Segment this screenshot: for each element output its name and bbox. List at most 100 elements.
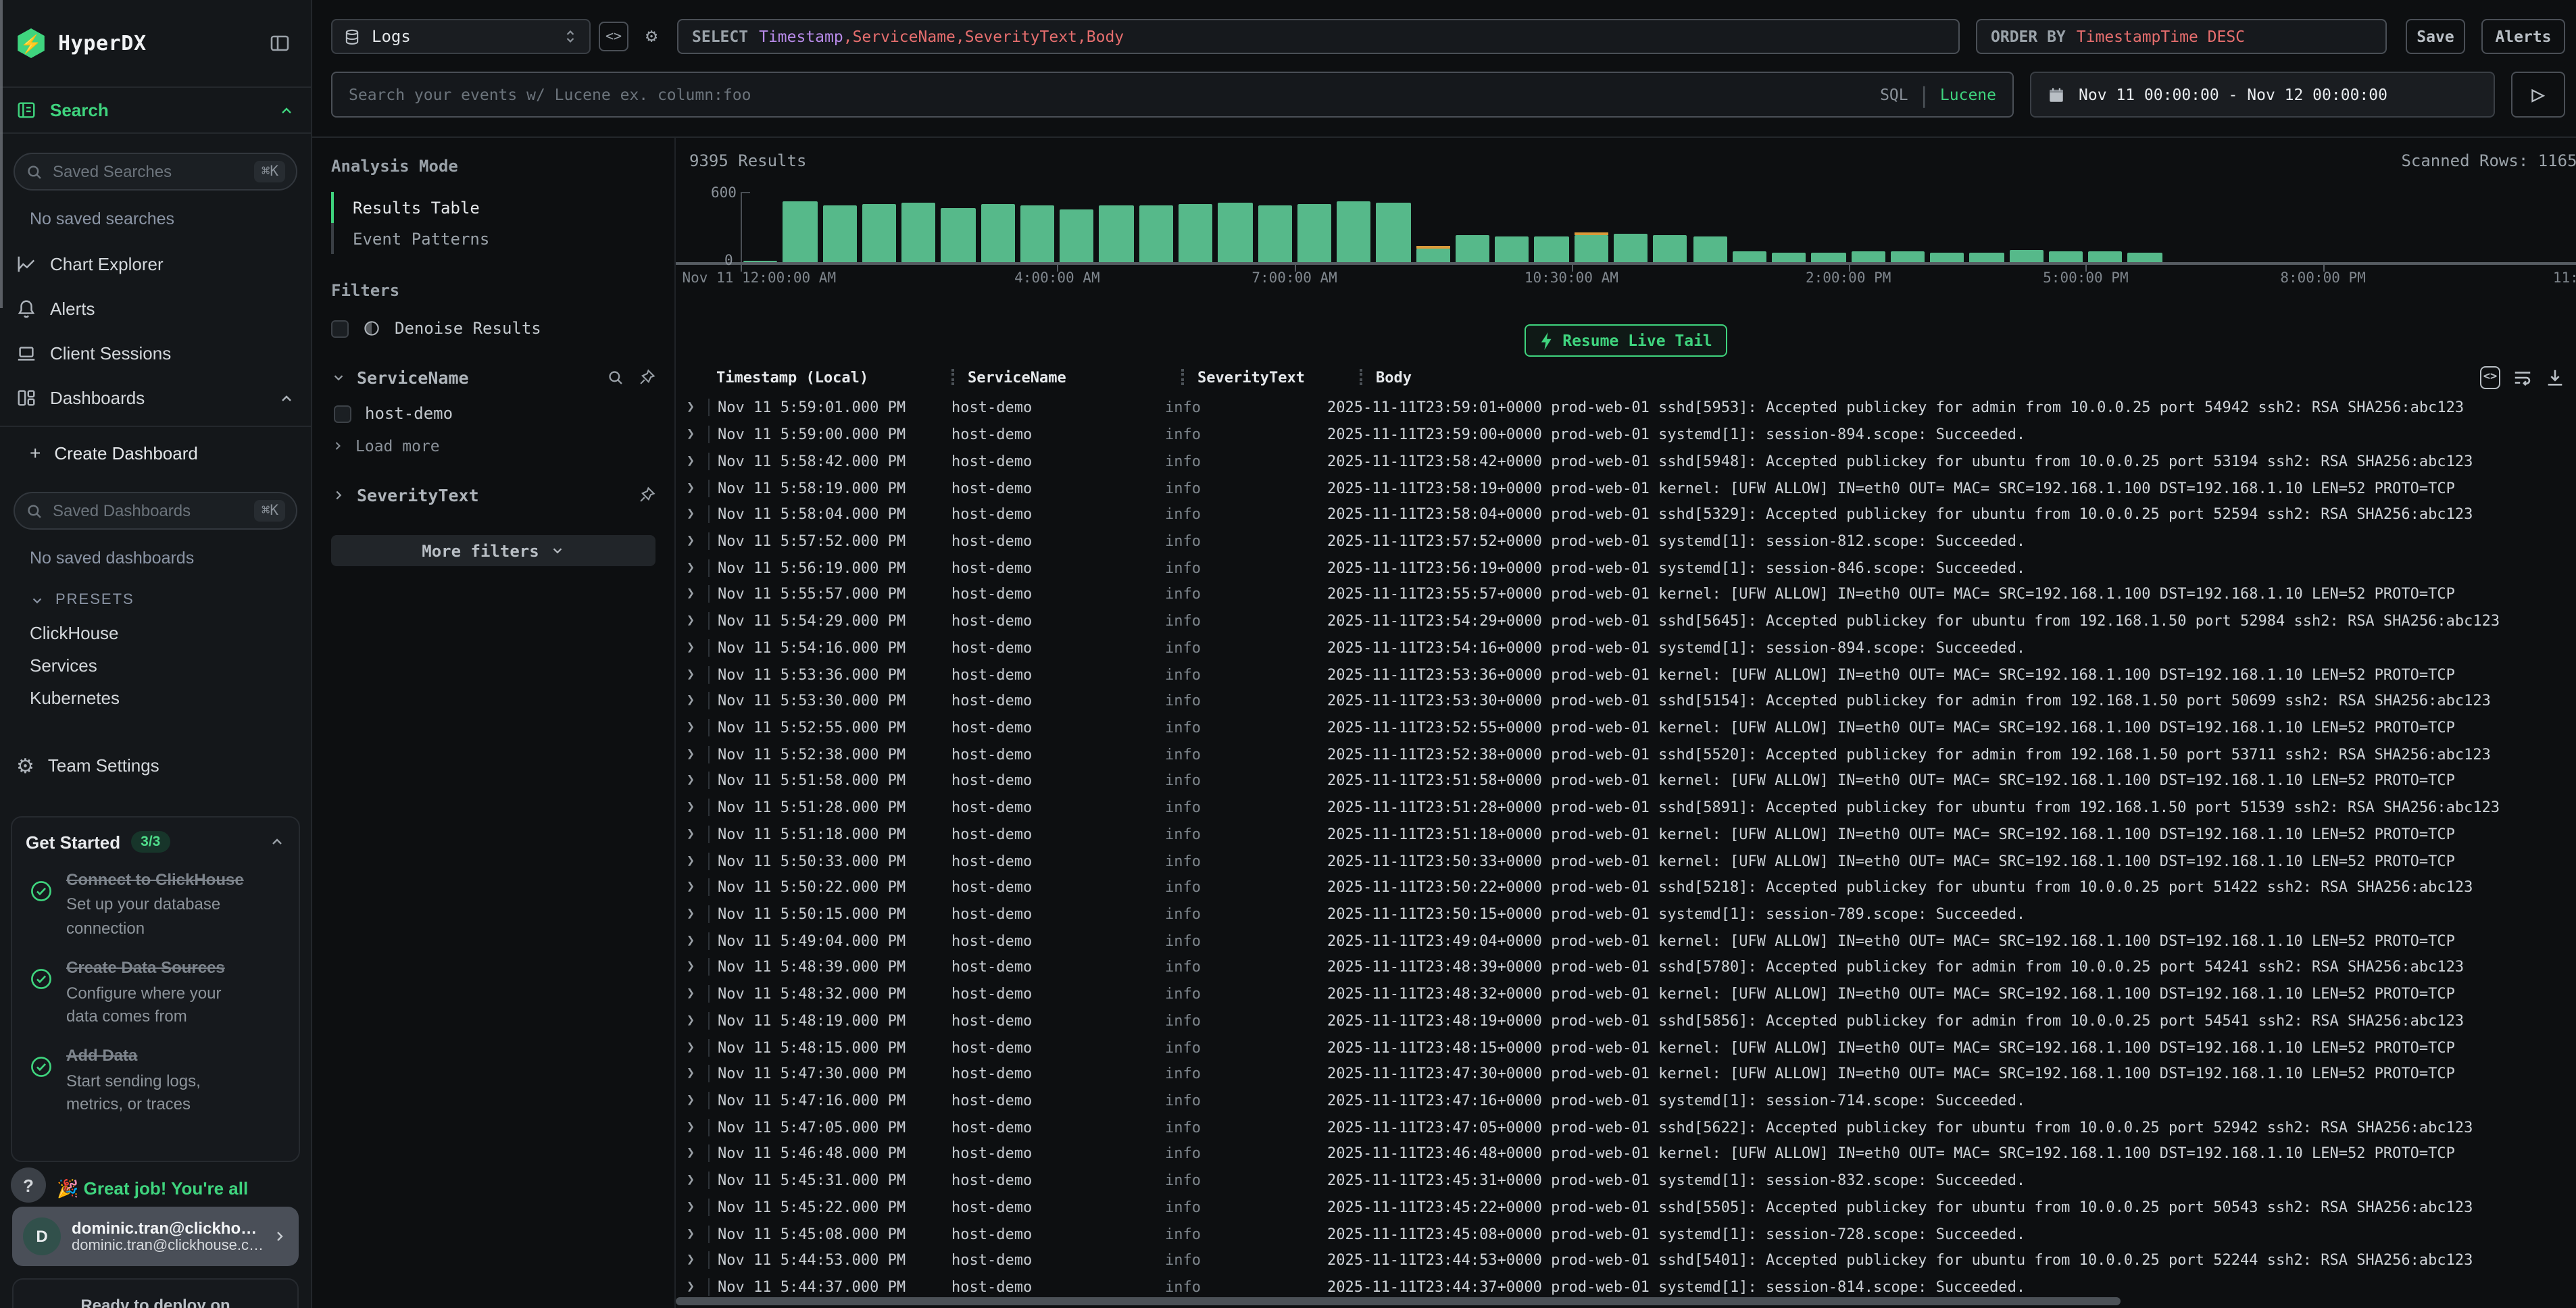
sidebar-scrollbar[interactable] xyxy=(0,0,3,308)
sidebar-item-dashboards[interactable]: Dashboards xyxy=(0,376,311,420)
resume-live-tail-button[interactable]: Resume Live Tail xyxy=(1525,324,1727,357)
expand-row-icon[interactable]: ❯ xyxy=(687,1280,708,1294)
table-row[interactable]: ❯Nov 11 5:47:16.000 PMhost-demoinfo2025-… xyxy=(676,1087,2576,1113)
filter-value-host-demo[interactable]: host-demo xyxy=(331,404,655,423)
chevron-up-icon[interactable] xyxy=(278,390,295,406)
histogram-bar[interactable] xyxy=(1574,234,1608,262)
histogram-bar[interactable] xyxy=(1218,203,1253,262)
histogram-bar[interactable] xyxy=(1614,234,1648,262)
histogram-bar[interactable] xyxy=(1416,249,1450,262)
histogram-bar[interactable] xyxy=(2049,251,2083,262)
wrap-text-icon[interactable] xyxy=(2512,367,2533,387)
table-row[interactable]: ❯Nov 11 5:58:04.000 PMhost-demoinfo2025-… xyxy=(676,501,2576,528)
chevron-up-icon[interactable] xyxy=(278,102,295,118)
order-by-input[interactable]: ORDER BY TimestampTime DESC xyxy=(1976,19,2387,54)
table-row[interactable]: ❯Nov 11 5:50:22.000 PMhost-demoinfo2025-… xyxy=(676,874,2576,901)
expand-row-icon[interactable]: ❯ xyxy=(687,640,708,655)
expand-row-icon[interactable]: ❯ xyxy=(687,747,708,761)
sidebar-item-search[interactable]: Search xyxy=(0,88,311,132)
table-row[interactable]: ❯Nov 11 5:56:19.000 PMhost-demoinfo2025-… xyxy=(676,555,2576,581)
expand-row-icon[interactable]: ❯ xyxy=(687,694,708,709)
table-row[interactable]: ❯Nov 11 5:51:18.000 PMhost-demoinfo2025-… xyxy=(676,821,2576,847)
table-row[interactable]: ❯Nov 11 5:55:57.000 PMhost-demoinfo2025-… xyxy=(676,581,2576,607)
table-row[interactable]: ❯Nov 11 5:48:19.000 PMhost-demoinfo2025-… xyxy=(676,1007,2576,1034)
histogram-bar[interactable] xyxy=(1535,237,1569,262)
histogram-bar[interactable] xyxy=(1851,251,1885,262)
table-row[interactable]: ❯Nov 11 5:45:08.000 PMhost-demoinfo2025-… xyxy=(676,1221,2576,1247)
table-row[interactable]: ❯Nov 11 5:48:32.000 PMhost-demoinfo2025-… xyxy=(676,981,2576,1007)
expand-row-icon[interactable]: ❯ xyxy=(687,507,708,522)
table-row[interactable]: ❯Nov 11 5:53:36.000 PMhost-demoinfo2025-… xyxy=(676,661,2576,687)
histogram-bar[interactable] xyxy=(1812,253,1846,262)
table-row[interactable]: ❯Nov 11 5:57:52.000 PMhost-demoinfo2025-… xyxy=(676,528,2576,554)
preset-item-kubernetes[interactable]: Kubernetes xyxy=(0,681,311,713)
expand-row-icon[interactable]: ❯ xyxy=(687,986,708,1001)
code-view-button[interactable]: <> xyxy=(599,22,628,51)
histogram-bar[interactable] xyxy=(1693,236,1727,262)
horizontal-scrollbar[interactable] xyxy=(676,1297,2120,1305)
column-resize-handle[interactable] xyxy=(1181,369,1184,385)
column-header-body[interactable]: Body xyxy=(1376,368,2576,386)
table-row[interactable]: ❯Nov 11 5:50:33.000 PMhost-demoinfo2025-… xyxy=(676,847,2576,874)
more-filters-button[interactable]: More filters xyxy=(331,535,655,566)
histogram-bar[interactable] xyxy=(1377,203,1411,262)
histogram-bar[interactable] xyxy=(783,201,818,262)
preset-item-clickhouse[interactable]: ClickHouse xyxy=(0,616,311,649)
collapse-sidebar-icon[interactable] xyxy=(265,28,295,58)
table-row[interactable]: ❯Nov 11 5:45:22.000 PMhost-demoinfo2025-… xyxy=(676,1194,2576,1220)
table-row[interactable]: ❯Nov 11 5:44:53.000 PMhost-demoinfo2025-… xyxy=(676,1247,2576,1274)
table-row[interactable]: ❯Nov 11 5:54:16.000 PMhost-demoinfo2025-… xyxy=(676,634,2576,661)
table-row[interactable]: ❯Nov 11 5:49:04.000 PMhost-demoinfo2025-… xyxy=(676,928,2576,954)
histogram-bar[interactable] xyxy=(1179,203,1213,262)
table-row[interactable]: ❯Nov 11 5:48:39.000 PMhost-demoinfo2025-… xyxy=(676,954,2576,980)
load-more-button[interactable]: Load more xyxy=(331,436,655,455)
expand-row-icon[interactable]: ❯ xyxy=(687,613,708,628)
table-row[interactable]: ❯Nov 11 5:51:28.000 PMhost-demoinfo2025-… xyxy=(676,795,2576,821)
sidebar-item-alerts[interactable]: Alerts xyxy=(0,286,311,331)
expand-row-icon[interactable]: ❯ xyxy=(687,1200,708,1215)
histogram-bar[interactable] xyxy=(1653,234,1687,262)
deploy-banner[interactable]: Ready to deploy on xyxy=(12,1278,299,1308)
histogram-bar[interactable] xyxy=(743,260,778,262)
search-input[interactable]: Search your events w/ Lucene ex. column:… xyxy=(331,72,2014,118)
histogram-bar[interactable] xyxy=(1060,209,1094,262)
table-row[interactable]: ❯Nov 11 5:47:30.000 PMhost-demoinfo2025-… xyxy=(676,1061,2576,1087)
histogram-bar[interactable] xyxy=(2009,251,2044,262)
expand-row-icon[interactable]: ❯ xyxy=(687,480,708,495)
histogram-bar-warning[interactable] xyxy=(1574,233,1608,234)
expand-row-icon[interactable]: ❯ xyxy=(687,853,708,868)
column-config-icon[interactable]: <> xyxy=(2480,366,2500,388)
table-row[interactable]: ❯Nov 11 5:47:05.000 PMhost-demoinfo2025-… xyxy=(676,1114,2576,1140)
histogram-bar-warning[interactable] xyxy=(1416,247,1450,249)
search-icon[interactable] xyxy=(607,369,624,386)
expand-row-icon[interactable]: ❯ xyxy=(687,1013,708,1028)
expand-row-icon[interactable]: ❯ xyxy=(687,1226,708,1241)
table-row[interactable]: ❯Nov 11 5:59:00.000 PMhost-demoinfo2025-… xyxy=(676,421,2576,447)
help-button[interactable]: ? xyxy=(11,1167,46,1203)
presets-toggle[interactable]: PRESETS xyxy=(0,573,311,611)
column-resize-handle[interactable] xyxy=(1360,369,1362,385)
expand-row-icon[interactable]: ❯ xyxy=(687,534,708,549)
expand-row-icon[interactable]: ❯ xyxy=(687,401,708,416)
lucene-toggle[interactable]: Lucene xyxy=(1940,85,1996,104)
histogram-bar[interactable] xyxy=(862,203,897,262)
expand-row-icon[interactable]: ❯ xyxy=(687,1040,708,1055)
get-started-item[interactable]: Create Data SourcesConfigure where your … xyxy=(26,957,285,1028)
table-row[interactable]: ❯Nov 11 5:52:38.000 PMhost-demoinfo2025-… xyxy=(676,741,2576,768)
get-started-item[interactable]: Connect to ClickHouseSet up your databas… xyxy=(26,869,285,940)
sidebar-item-team-settings[interactable]: ⚙ Team Settings xyxy=(0,743,311,788)
table-row[interactable]: ❯Nov 11 5:50:15.000 PMhost-demoinfo2025-… xyxy=(676,901,2576,927)
table-row[interactable]: ❯Nov 11 5:58:19.000 PMhost-demoinfo2025-… xyxy=(676,474,2576,501)
expand-row-icon[interactable]: ❯ xyxy=(687,1120,708,1135)
table-row[interactable]: ❯Nov 11 5:46:48.000 PMhost-demoinfo2025-… xyxy=(676,1140,2576,1167)
table-row[interactable]: ❯Nov 11 5:44:37.000 PMhost-demoinfo2025-… xyxy=(676,1274,2576,1300)
tab-results-table[interactable]: Results Table xyxy=(331,192,655,223)
histogram-bar[interactable] xyxy=(1970,253,2004,262)
get-started-item[interactable]: Add DataStart sending logs, metrics, or … xyxy=(26,1045,285,1117)
pin-icon[interactable] xyxy=(638,486,655,504)
expand-row-icon[interactable]: ❯ xyxy=(687,1253,708,1268)
column-resize-handle[interactable] xyxy=(951,369,954,385)
run-query-button[interactable]: ▷ xyxy=(2511,72,2565,118)
settings-icon[interactable]: ⚙ xyxy=(637,22,666,51)
source-select[interactable]: Logs xyxy=(331,19,591,54)
